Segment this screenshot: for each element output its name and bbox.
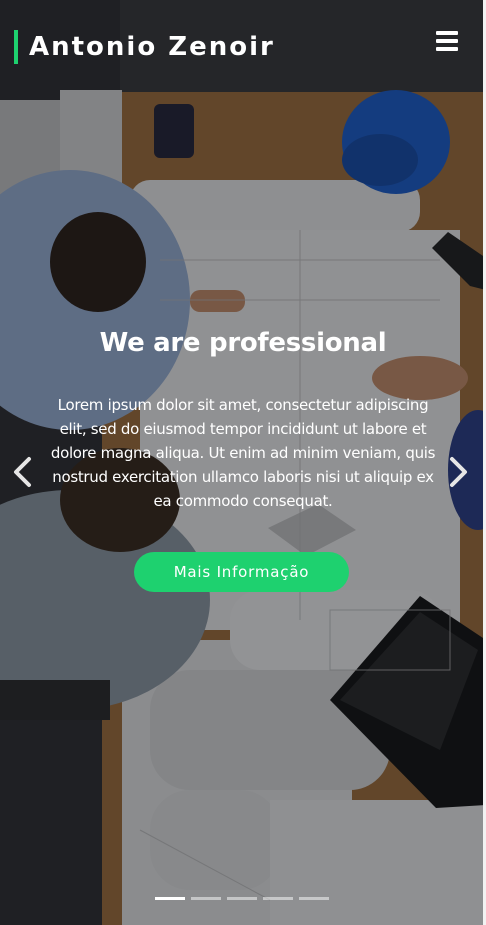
carousel-indicators [155, 897, 335, 905]
carousel-indicator-2[interactable] [191, 897, 221, 900]
slide-description: Lorem ipsum dolor sit amet, consectetur … [50, 396, 436, 510]
carousel-indicator-4[interactable] [263, 897, 293, 900]
brand-accent-bar [14, 30, 18, 64]
carousel-indicator-5[interactable] [299, 897, 329, 900]
brand-name[interactable]: Antonio Zenoir [29, 32, 275, 62]
hero-carousel: Antonio Zenoir We are professional Lorem… [0, 0, 486, 925]
carousel-indicator-3[interactable] [227, 897, 257, 900]
carousel-next-button[interactable] [447, 455, 471, 489]
carousel-prev-button[interactable] [10, 455, 34, 489]
chevron-left-icon [14, 457, 31, 487]
more-info-button[interactable]: Mais Informação [134, 552, 349, 592]
hamburger-menu-icon[interactable] [436, 31, 460, 51]
menu-line [436, 31, 458, 35]
menu-line [436, 47, 458, 51]
chevron-right-icon [450, 457, 467, 487]
menu-line [436, 39, 458, 43]
top-navigation: Antonio Zenoir [0, 0, 486, 92]
carousel-indicator-1[interactable] [155, 897, 185, 900]
slide-title: We are professional [99, 328, 387, 358]
brand-logo[interactable]: Antonio Zenoir [14, 30, 275, 64]
